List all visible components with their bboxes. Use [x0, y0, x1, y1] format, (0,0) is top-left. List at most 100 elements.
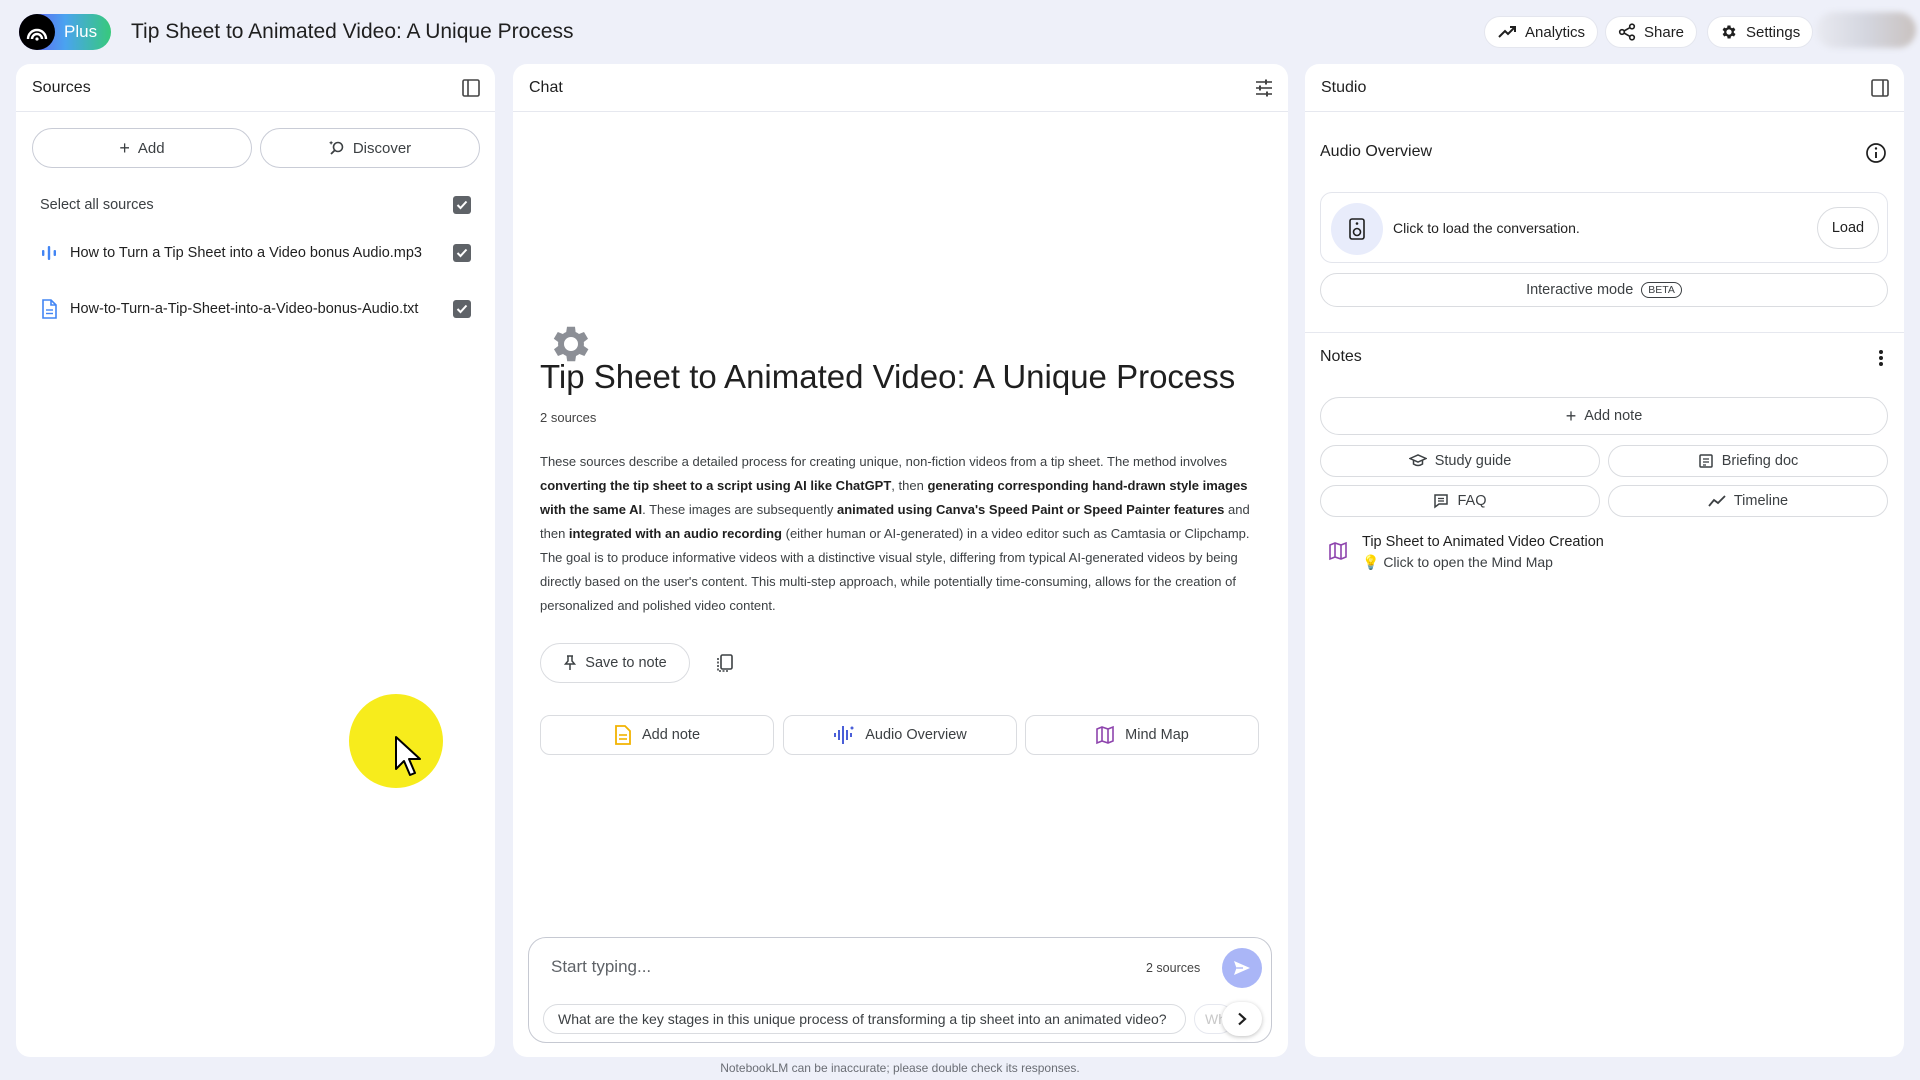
- notebooklm-logo-icon: [19, 14, 55, 50]
- top-bar: Plus Tip Sheet to Animated Video: A Uniq…: [0, 0, 1920, 62]
- graduation-cap-icon: [1408, 454, 1427, 467]
- chat-composer: 2 sources What are the key stages in thi…: [528, 937, 1272, 1043]
- source-checkbox[interactable]: [453, 300, 471, 318]
- map-icon: [1096, 725, 1114, 745]
- mind-map-note-title: Tip Sheet to Animated Video Creation: [1362, 534, 1604, 550]
- briefing-icon: [1698, 454, 1713, 468]
- source-item[interactable]: How-to-Turn-a-Tip-Sheet-into-a-Video-bon…: [40, 294, 471, 324]
- audio-overview-action-label: Audio Overview: [865, 727, 967, 743]
- add-source-label: Add: [137, 139, 165, 157]
- beta-badge: BETA: [1641, 282, 1682, 298]
- save-to-note-label: Save to note: [585, 655, 667, 671]
- collapse-panel-icon[interactable]: [461, 78, 481, 98]
- audio-load-prompt: Click to load the conversation.: [1393, 220, 1580, 236]
- plus-badge[interactable]: Plus: [19, 14, 111, 50]
- save-to-note-button[interactable]: Save to note: [540, 643, 690, 683]
- composer-source-count: 2 sources: [1146, 961, 1201, 975]
- pin-icon: [564, 655, 577, 670]
- discover-search-icon: [328, 140, 344, 155]
- next-suggestions-button[interactable]: [1222, 1002, 1262, 1036]
- mind-map-action-button[interactable]: Mind Map: [1025, 715, 1259, 755]
- notes-title: Notes: [1320, 348, 1362, 365]
- settings-label: Settings: [1746, 23, 1801, 41]
- briefing-doc-label: Briefing doc: [1721, 453, 1799, 469]
- add-note-button[interactable]: + Add note: [1320, 397, 1888, 435]
- studio-panel: Studio Audio Overview Click to load the …: [1305, 64, 1904, 1057]
- chat-notebook-title: Tip Sheet to Animated Video: A Unique Pr…: [540, 358, 1236, 395]
- document-icon: [42, 299, 57, 319]
- discover-button[interactable]: Discover: [260, 128, 480, 168]
- studio-header: Studio: [1305, 64, 1904, 112]
- audio-overview-action-button[interactable]: Audio Overview: [783, 715, 1017, 755]
- send-button[interactable]: [1222, 948, 1262, 988]
- info-icon[interactable]: [1865, 142, 1887, 164]
- source-name: How-to-Turn-a-Tip-Sheet-into-a-Video-bon…: [70, 301, 419, 317]
- discover-label: Discover: [352, 139, 412, 157]
- settings-button[interactable]: Settings: [1707, 16, 1814, 48]
- sources-title: Sources: [32, 78, 91, 96]
- send-icon: [1234, 961, 1250, 975]
- share-label: Share: [1644, 23, 1685, 41]
- faq-button[interactable]: FAQ: [1320, 485, 1600, 517]
- faq-label: FAQ: [1457, 493, 1487, 509]
- add-note-action-label: Add note: [641, 727, 701, 743]
- source-item[interactable]: How to Turn a Tip Sheet into a Video bon…: [40, 238, 471, 268]
- share-icon: [1618, 23, 1636, 41]
- add-source-button[interactable]: + Add: [32, 128, 252, 168]
- load-button[interactable]: Load: [1817, 207, 1879, 249]
- summary-text: These sources describe a detailed proces…: [540, 454, 1227, 469]
- source-checkbox[interactable]: [453, 244, 471, 262]
- select-all-checkbox[interactable]: [453, 196, 471, 214]
- faq-icon: [1434, 494, 1449, 509]
- add-note-label: Add note: [1584, 408, 1643, 424]
- chat-input[interactable]: [551, 952, 1111, 982]
- select-all-label: Select all sources: [40, 197, 154, 213]
- studio-divider: [1305, 332, 1904, 333]
- chat-header: Chat: [513, 64, 1288, 112]
- analytics-label: Analytics: [1525, 23, 1586, 41]
- source-name: How to Turn a Tip Sheet into a Video bon…: [70, 245, 422, 261]
- mind-map-action-label: Mind Map: [1125, 727, 1189, 743]
- briefing-doc-button[interactable]: Briefing doc: [1608, 445, 1888, 477]
- analytics-button[interactable]: Analytics: [1484, 16, 1599, 48]
- mouse-cursor-icon: [395, 736, 421, 776]
- note-icon: [615, 725, 631, 745]
- interactive-mode-button[interactable]: Interactive mode BETA: [1320, 273, 1888, 307]
- study-guide-label: Study guide: [1434, 453, 1512, 469]
- disclaimer-label: NotebookLM can be inaccurate; please dou…: [720, 1061, 1080, 1075]
- more-vert-icon[interactable]: [1878, 349, 1884, 367]
- add-note-action-button[interactable]: Add note: [540, 715, 774, 755]
- tune-settings-icon[interactable]: [1254, 78, 1274, 98]
- audio-overview-title: Audio Overview: [1320, 143, 1433, 160]
- notebook-summary: These sources describe a detailed proces…: [540, 450, 1260, 618]
- interactive-mode-label: Interactive mode: [1526, 282, 1634, 298]
- collapse-panel-icon[interactable]: [1870, 78, 1890, 98]
- timeline-button[interactable]: Timeline: [1608, 485, 1888, 517]
- summary-highlight: animated using Canva's Speed Paint or Sp…: [836, 502, 1225, 517]
- plus-icon: +: [1565, 405, 1577, 426]
- trending-up-icon: [1498, 26, 1516, 38]
- summary-text: , then: [891, 478, 928, 493]
- account-avatar[interactable]: [1816, 12, 1916, 48]
- studio-title: Studio: [1321, 78, 1367, 96]
- timeline-label: Timeline: [1733, 493, 1789, 509]
- plus-icon: +: [119, 137, 130, 158]
- audio-icon: [42, 246, 56, 260]
- audio-wave-icon: [834, 726, 854, 744]
- plan-label: Plus: [64, 22, 98, 41]
- notebook-title[interactable]: Tip Sheet to Animated Video: A Unique Pr…: [131, 20, 573, 44]
- select-all-row[interactable]: Select all sources: [40, 190, 471, 220]
- mind-map-note-subtitle: 💡 Click to open the Mind Map: [1362, 554, 1553, 570]
- summary-text: . These images are subsequently: [642, 502, 837, 517]
- copy-icon[interactable]: [715, 653, 735, 673]
- map-icon: [1329, 541, 1347, 561]
- suggested-question-chip[interactable]: What are the key stages in this unique p…: [543, 1004, 1186, 1034]
- study-guide-button[interactable]: Study guide: [1320, 445, 1600, 477]
- summary-highlight: converting the tip sheet to a script usi…: [540, 478, 892, 493]
- chevron-right-icon: [1238, 1012, 1247, 1026]
- chat-title: Chat: [529, 78, 563, 96]
- gear-icon: [1722, 25, 1736, 39]
- summary-highlight: integrated with an audio recording: [568, 526, 782, 541]
- chat-source-count: 2 sources: [540, 410, 597, 425]
- share-button[interactable]: Share: [1605, 16, 1698, 48]
